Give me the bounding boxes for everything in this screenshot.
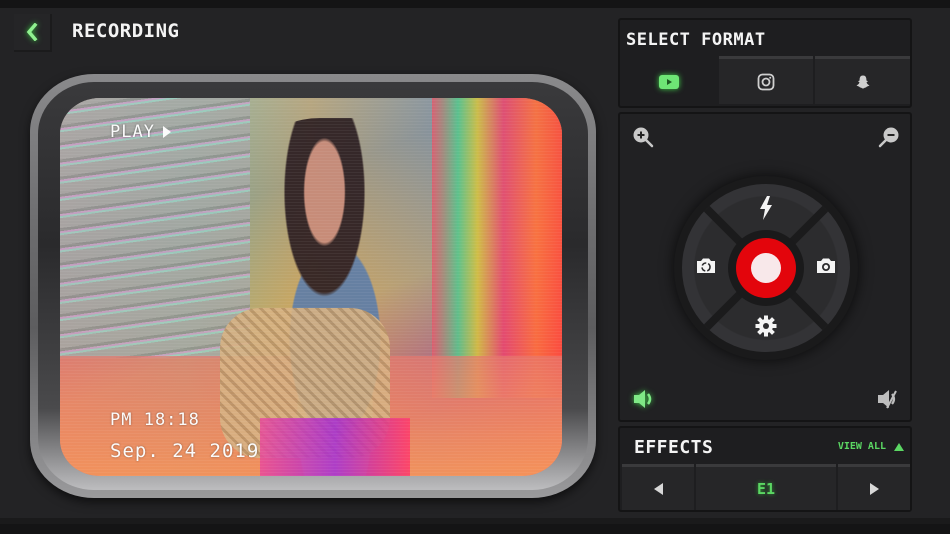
youtube-icon — [659, 74, 680, 89]
timestamp-date: Sep. 24 2019 — [110, 440, 260, 462]
volume-on-icon — [634, 390, 652, 408]
page-title: RECORDING — [72, 20, 180, 42]
sound-off-button[interactable] — [876, 388, 900, 410]
zoom-out-icon — [878, 127, 899, 148]
effects-title: EFFECTS — [634, 437, 714, 458]
zoom-in-button[interactable] — [632, 126, 654, 148]
top-strip — [0, 0, 950, 8]
camera-controls-panel — [618, 112, 912, 422]
tab-snapchat[interactable] — [815, 56, 911, 104]
select-format-panel: SELECT FORMAT — [618, 18, 912, 108]
flash-button[interactable] — [746, 188, 786, 228]
current-effect[interactable]: E1 — [696, 464, 836, 510]
camera-preview: PLAY PM 18:18 Sep. 24 2019 — [60, 98, 562, 476]
photo-button[interactable] — [806, 246, 846, 286]
play-triangle-icon — [162, 126, 171, 138]
zoom-in-icon — [633, 127, 654, 148]
play-label: PLAY — [110, 122, 155, 142]
effects-panel: EFFECTS VIEW ALL E1 — [618, 426, 912, 512]
triangle-right-icon — [869, 482, 879, 495]
format-tabs — [622, 56, 911, 104]
play-indicator: PLAY — [110, 122, 171, 142]
record-icon — [751, 253, 781, 283]
tab-instagram[interactable] — [718, 56, 814, 104]
tv-frame: PLAY PM 18:18 Sep. 24 2019 — [30, 74, 596, 498]
camera-icon — [817, 258, 835, 273]
switch-camera-icon — [697, 258, 715, 273]
record-well — [728, 230, 804, 306]
record-button[interactable] — [736, 238, 796, 298]
back-button[interactable] — [14, 14, 52, 52]
view-all-link[interactable]: VIEW ALL — [838, 441, 904, 452]
switch-camera-button[interactable] — [686, 246, 726, 286]
timestamp-time: PM 18:18 — [110, 410, 200, 430]
gear-icon — [755, 315, 777, 337]
snapchat-icon — [856, 75, 870, 88]
tab-youtube[interactable] — [622, 56, 717, 104]
flash-icon — [760, 196, 772, 220]
control-dial — [674, 176, 858, 360]
bottom-bar — [0, 524, 950, 534]
settings-button[interactable] — [746, 306, 786, 346]
triangle-left-icon — [653, 482, 663, 495]
instagram-icon — [757, 73, 775, 90]
volume-mute-icon — [878, 390, 897, 409]
select-format-title: SELECT FORMAT — [626, 30, 766, 50]
previous-effect-button[interactable] — [622, 464, 694, 510]
triangle-up-icon — [894, 442, 904, 451]
sound-on-button[interactable] — [632, 388, 656, 410]
zoom-out-button[interactable] — [878, 126, 900, 148]
effect-selector: E1 — [622, 464, 910, 510]
chevron-left-icon — [26, 23, 38, 41]
view-all-label: VIEW ALL — [837, 441, 886, 452]
dial-ring — [682, 184, 850, 352]
next-effect-button[interactable] — [838, 464, 910, 510]
